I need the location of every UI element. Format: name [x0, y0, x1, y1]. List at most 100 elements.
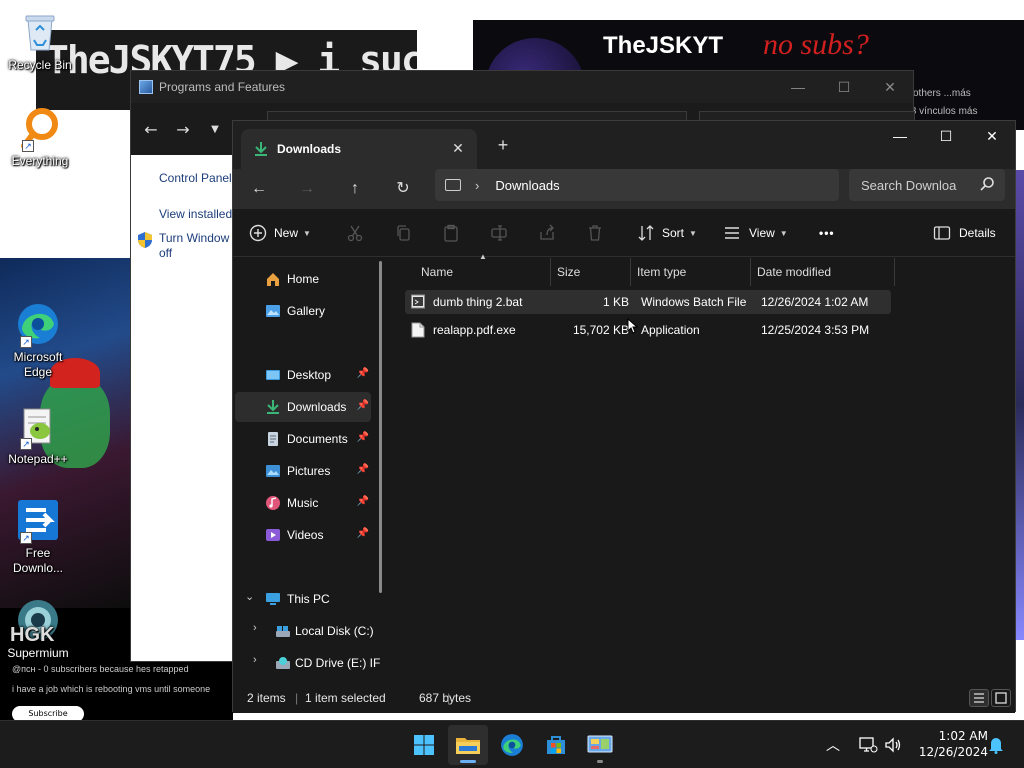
new-tab-button[interactable]: + [491, 135, 515, 157]
breadcrumb-chevron-icon[interactable]: › [475, 178, 479, 193]
search-input[interactable]: Search Downloa [849, 169, 1005, 201]
file-explorer-window[interactable]: Downloads ✕ + — ☐ ✕ ← → ↑ ↻ › Downloads … [232, 120, 1016, 713]
chevron-up-icon: ︿ [826, 738, 840, 754]
pin-icon: 📌 [356, 528, 369, 539]
forward-button[interactable]: → [291, 173, 323, 205]
status-separator: | [447, 691, 451, 705]
file-modified: 12/26/2024 1:02 AM [761, 295, 869, 309]
column-header-date-modified[interactable]: Date modified [751, 258, 895, 286]
column-header-name[interactable]: Name [385, 258, 551, 286]
see-more-button[interactable]: ••• [819, 221, 835, 245]
file-row[interactable]: realapp.pdf.exe 15,702 KB Application 12… [405, 318, 891, 342]
pf-link-view-installed[interactable]: View installed [159, 207, 232, 221]
pf-link-turn-windows-features[interactable]: Turn Window [159, 231, 229, 245]
taskbar-control-panel[interactable] [580, 725, 620, 765]
desktop-icon-supermium[interactable]: HGK Supermium [0, 596, 76, 661]
taskbar-edge[interactable] [492, 725, 532, 765]
sidebar-item-local-disk[interactable]: › Local Disk (C:) [251, 616, 381, 646]
background-right-strip [1016, 170, 1024, 640]
download-arrow-icon [255, 142, 267, 156]
rename-icon[interactable] [487, 221, 511, 245]
share-icon[interactable] [535, 221, 559, 245]
chevron-down-icon[interactable]: ⌄ [245, 590, 254, 603]
pf-link-control-panel[interactable]: Control Panel [159, 171, 232, 185]
pf-minimize-button[interactable]: — [775, 79, 821, 96]
taskbar-store[interactable] [536, 725, 576, 765]
notifications-button[interactable] [988, 721, 1004, 768]
file-row[interactable]: dumb thing 2.bat 1 KB Windows Batch File… [405, 290, 891, 314]
pf-link-off[interactable]: off [159, 246, 172, 260]
everything-search-icon: ↗ [16, 104, 64, 152]
pf-titlebar[interactable]: Programs and Features — ☐ ✕ [131, 71, 913, 103]
pf-close-button[interactable]: ✕ [867, 79, 913, 96]
breadcrumb-downloads[interactable]: Downloads [495, 178, 559, 193]
network-status[interactable] [858, 721, 878, 768]
sidebar-item-this-pc[interactable]: ⌄ This PC [235, 584, 371, 614]
desktop-folder-icon [266, 370, 280, 380]
column-header-type[interactable]: Item type [631, 258, 751, 286]
column-header-size[interactable]: Size [551, 258, 631, 286]
cut-icon[interactable] [343, 221, 367, 245]
details-pane-button[interactable]: Details [933, 221, 996, 245]
pf-recent-button[interactable]: ▼ [199, 124, 231, 135]
sidebar-item-pictures[interactable]: Pictures 📌 [235, 456, 371, 486]
pf-maximize-button[interactable]: ☐ [821, 79, 867, 96]
this-pc-icon [445, 179, 461, 191]
show-hidden-icons-button[interactable]: ︿ [826, 721, 840, 768]
desktop-icon-recycle-bin[interactable]: Recycle Bin [2, 8, 78, 73]
tiles-view-button[interactable] [991, 689, 1011, 707]
taskbar-clock[interactable]: 1:02 AM 12/26/2024 [912, 728, 988, 760]
pf-forward-button[interactable]: → [167, 120, 199, 139]
chevron-right-icon[interactable]: › [253, 654, 257, 666]
desktop-icon-everything[interactable]: ↗ Everything [2, 104, 78, 169]
speaker-icon [885, 737, 901, 753]
back-button[interactable]: ← [243, 173, 275, 205]
sidebar-item-gallery[interactable]: Gallery [235, 296, 371, 326]
view-button[interactable]: View ▼ [723, 221, 788, 245]
sort-button[interactable]: Sort ▼ [637, 221, 697, 245]
pin-icon: 📌 [356, 496, 369, 507]
handwritten-scrawl: no subs? [763, 28, 869, 61]
paste-icon[interactable] [439, 221, 463, 245]
sidebar-item-music[interactable]: Music 📌 [235, 488, 371, 518]
pin-icon: 📌 [356, 400, 369, 411]
tab-downloads[interactable]: Downloads ✕ [241, 129, 477, 169]
refresh-button[interactable]: ↻ [387, 173, 419, 205]
copy-icon[interactable] [391, 221, 415, 245]
this-pc-icon [266, 593, 280, 605]
desktop-icon-edge[interactable]: ↗ Microsoft Edge [0, 300, 76, 380]
desktop-icon-label: HGK Supermium [0, 625, 76, 661]
start-button[interactable] [404, 725, 444, 765]
sidebar-scrollbar[interactable] [379, 261, 382, 593]
file-list: ▲ Name Size Item type Date modified dumb… [385, 252, 1015, 682]
new-button[interactable]: New ▼ [249, 221, 311, 245]
desktop-icon-notepadpp[interactable]: ↗ Notepad++ [0, 402, 76, 467]
details-view-button[interactable] [969, 689, 989, 707]
delete-icon[interactable] [583, 221, 607, 245]
sidebar-item-desktop[interactable]: Desktop 📌 [235, 360, 371, 390]
sidebar-item-cd-drive[interactable]: › CD Drive (E:) IF [251, 648, 381, 678]
sidebar-item-downloads[interactable]: Downloads 📌 [235, 392, 371, 422]
sidebar-item-label: Home [287, 272, 320, 286]
sidebar-item-label: Documents [287, 432, 348, 446]
up-button[interactable]: ↑ [339, 173, 371, 205]
fe-minimize-button[interactable]: — [877, 121, 923, 153]
volume-button[interactable] [884, 721, 902, 768]
sidebar-item-documents[interactable]: Documents 📌 [235, 424, 371, 454]
sidebar-item-label: Desktop [287, 368, 332, 382]
fe-maximize-button[interactable]: ☐ [923, 121, 969, 153]
pf-back-button[interactable]: ← [135, 120, 167, 139]
address-bar[interactable]: › Downloads [435, 169, 839, 201]
fe-close-button[interactable]: ✕ [969, 121, 1015, 153]
chevron-right-icon[interactable]: › [253, 622, 257, 634]
tab-close-icon[interactable]: ✕ [449, 139, 467, 157]
sidebar-item-videos[interactable]: Videos 📌 [235, 520, 371, 550]
sidebar-item-home[interactable]: Home [235, 264, 371, 294]
control-panel-icon [587, 735, 613, 753]
new-label: New [274, 226, 299, 240]
bell-icon [989, 738, 1003, 754]
taskbar-file-explorer[interactable] [448, 725, 488, 765]
more-label: ••• [819, 226, 835, 240]
desktop-icon-free-download-manager[interactable]: ↗ Free Downlo... [0, 496, 76, 576]
view-icon [725, 227, 739, 239]
